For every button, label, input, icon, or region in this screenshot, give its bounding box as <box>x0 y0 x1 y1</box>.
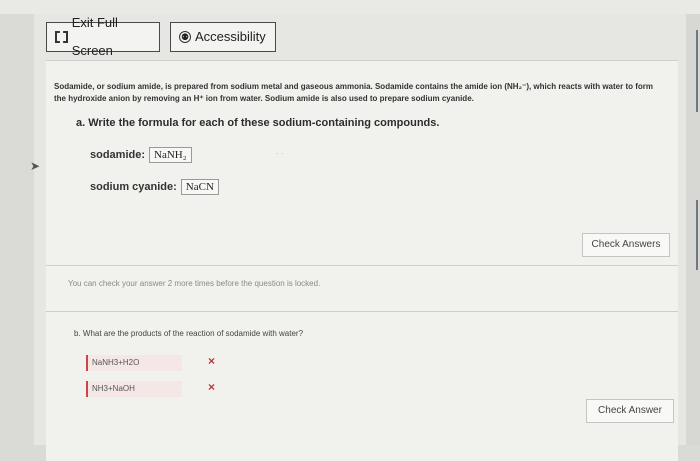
bezel-edge-line <box>696 30 698 112</box>
fullscreen-icon <box>55 31 68 43</box>
part-b-prompt: b. What are the products of the reaction… <box>74 329 304 338</box>
divider <box>46 265 678 266</box>
exit-full-screen-button[interactable]: Exit Full Screen <box>46 15 160 58</box>
part-a-prompt: a. Write the formula for each of these s… <box>76 117 440 129</box>
question-intro: Sodamide, or sodium amide, is prepared f… <box>54 82 654 103</box>
mouse-cursor-icon: ➤ <box>30 159 41 173</box>
attempts-notice: You can check your answer 2 more times b… <box>68 279 321 288</box>
response-field-1[interactable]: NaNH3+H2O <box>86 355 182 371</box>
question-card: Sodamide, or sodium amide, is prepared f… <box>30 60 678 461</box>
check-answer-button[interactable]: Check Answer <box>586 399 674 423</box>
exit-full-screen-label: Exit Full Screen <box>71 15 118 58</box>
check-answers-button[interactable]: Check Answers <box>582 233 670 257</box>
sodium-cyanide-answer-field[interactable]: NaCN <box>180 179 219 195</box>
question-screen: Exit Full Screen ⚉ Accessibility Sodamid… <box>30 14 686 461</box>
response-field-2[interactable]: NH3+NaOH <box>86 381 182 397</box>
sodamide-label: sodamide: <box>90 149 146 161</box>
bezel-edge-line <box>696 200 698 270</box>
accessibility-icon: ⚉ <box>179 31 191 43</box>
faint-mark: · · <box>276 149 284 158</box>
sodamide-row: sodamide: NaNH₂ <box>90 147 192 163</box>
incorrect-mark-icon: × <box>208 354 216 368</box>
sodamide-answer-field[interactable]: NaNH₂ <box>149 147 192 163</box>
sodium-cyanide-row: sodium cyanide: NaCN <box>90 179 219 195</box>
accessibility-button[interactable]: ⚉ Accessibility <box>170 22 276 52</box>
divider <box>46 311 678 312</box>
incorrect-mark-icon: × <box>208 380 216 394</box>
accessibility-label: Accessibility <box>195 29 266 44</box>
sodium-cyanide-label: sodium cyanide: <box>90 181 177 193</box>
